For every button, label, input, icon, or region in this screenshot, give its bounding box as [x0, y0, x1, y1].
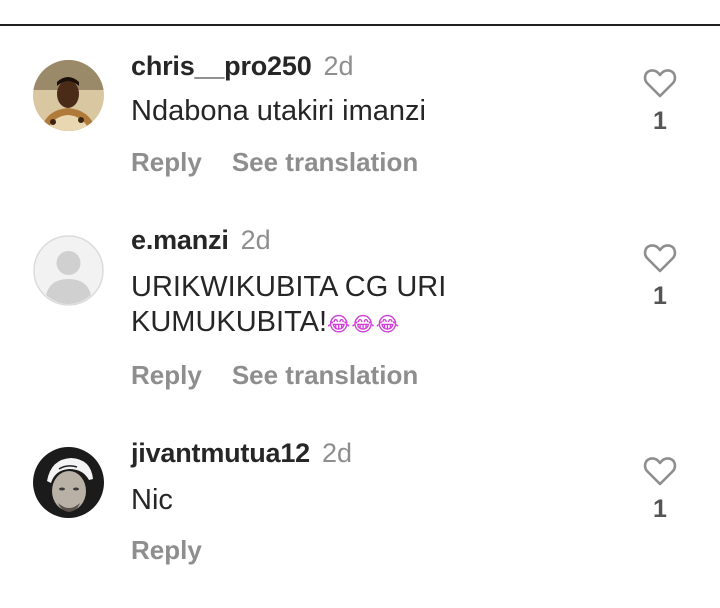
see-translation-button[interactable]: See translation	[232, 147, 418, 177]
like-count: 1	[653, 107, 667, 135]
avatar[interactable]	[33, 447, 104, 518]
comment-body: Nic	[131, 484, 173, 516]
like-block: 1	[638, 456, 682, 524]
comment-text: URIKWIKUBITA CG URI KUMUKUBITA!😂😂😂	[131, 270, 491, 343]
see-translation-button[interactable]: See translation	[232, 360, 418, 390]
comment-actions: Reply See translation	[131, 146, 418, 178]
top-divider	[0, 24, 720, 26]
comment-body: Ndabona utakiri imanzi	[131, 95, 426, 127]
reply-button[interactable]: Reply	[131, 360, 202, 390]
timestamp: 2d	[240, 225, 271, 255]
avatar[interactable]	[33, 60, 104, 131]
like-block: 1	[638, 243, 682, 311]
default-avatar-icon	[33, 235, 104, 306]
timestamp: 2d	[323, 51, 354, 81]
heart-icon[interactable]	[643, 243, 677, 273]
comment-meta: e.manzi 2d	[131, 224, 271, 256]
laughing-emoji-icon: 😂😂😂	[327, 314, 401, 336]
avatar[interactable]	[33, 235, 104, 306]
comment-actions: Reply	[131, 534, 202, 566]
comment-meta: chris__pro250 2d	[131, 50, 354, 82]
username[interactable]: chris__pro250	[131, 51, 312, 81]
heart-icon[interactable]	[643, 68, 677, 98]
reply-button[interactable]: Reply	[131, 147, 202, 177]
user-photo-avatar-icon	[33, 447, 104, 518]
like-count: 1	[653, 495, 667, 523]
comment-text: Ndabona utakiri imanzi	[131, 94, 611, 129]
timestamp: 2d	[321, 438, 352, 468]
user-photo-avatar-icon	[33, 60, 104, 131]
username[interactable]: jivantmutua12	[131, 438, 310, 468]
like-count: 1	[653, 282, 667, 310]
comment-actions: Reply See translation	[131, 359, 418, 391]
like-block: 1	[638, 68, 682, 136]
comment-text: Nic	[131, 483, 611, 518]
reply-button[interactable]: Reply	[131, 535, 202, 565]
username[interactable]: e.manzi	[131, 225, 229, 255]
heart-icon[interactable]	[643, 456, 677, 486]
comment-meta: jivantmutua12 2d	[131, 437, 352, 469]
